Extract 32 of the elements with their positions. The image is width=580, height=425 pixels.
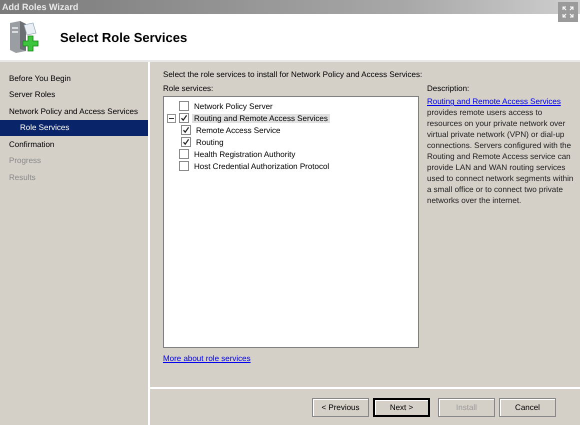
sidebar-item[interactable]: Network Policy and Access Services: [0, 103, 148, 120]
expand-icon: [562, 6, 574, 18]
tree-item[interactable]: Routing and Remote Access Services: [192, 114, 330, 122]
page-title: Select Role Services: [60, 30, 188, 44]
more-link[interactable]: More about role services: [163, 354, 251, 363]
sidebar-item[interactable]: Server Roles: [0, 86, 148, 103]
checkbox[interactable]: [179, 101, 189, 111]
tree-item[interactable]: Remote Access Service: [194, 126, 282, 134]
tree-item[interactable]: Network Policy Server: [192, 102, 275, 110]
tree-item[interactable]: Routing: [194, 138, 226, 146]
sidebar-item[interactable]: Before You Begin: [0, 70, 148, 86]
role-services-list[interactable]: Network Policy Server Routing and Remote Access Services Remote Access Service Routing Health Registration Authority Host Credential Authorization Protocol: [163, 96, 419, 348]
description-link[interactable]: Routing and Remote Access Services: [427, 97, 561, 106]
wizard-button[interactable]: Cancel: [499, 398, 556, 416]
checkbox[interactable]: [179, 149, 189, 159]
checkbox[interactable]: [181, 137, 191, 147]
list-label: Role services:: [163, 84, 214, 93]
collapse-toggle[interactable]: [167, 114, 176, 122]
instruction-text: Select the role services to install for Network Policy and Access Services:: [163, 70, 424, 79]
wizard-button[interactable]: Next >: [373, 398, 430, 416]
tree-item[interactable]: Health Registration Authority: [192, 150, 298, 158]
checkbox[interactable]: [179, 161, 189, 171]
checkbox[interactable]: [181, 125, 191, 135]
sidebar-item[interactable]: Confirmation: [0, 136, 148, 152]
checkbox[interactable]: [179, 113, 189, 123]
tree-item[interactable]: Host Credential Authorization Protocol: [192, 162, 332, 170]
wizard-button[interactable]: < Previous: [312, 398, 369, 416]
description-label: Description:: [427, 84, 470, 93]
description-text: Routing and Remote Access Services provides remote users access to resources on your private network over virtual private network (VPN) or dial-up connections. Servers configured with the Routing and Remote Access service can provide LAN and WAN routing services used to connect network segments within a small office or to connect two private networks over the internet.: [427, 96, 574, 206]
maximize-button[interactable]: [558, 2, 578, 22]
window-title: Add Roles Wizard: [2, 2, 78, 12]
sidebar-item[interactable]: Role Services: [0, 120, 148, 136]
